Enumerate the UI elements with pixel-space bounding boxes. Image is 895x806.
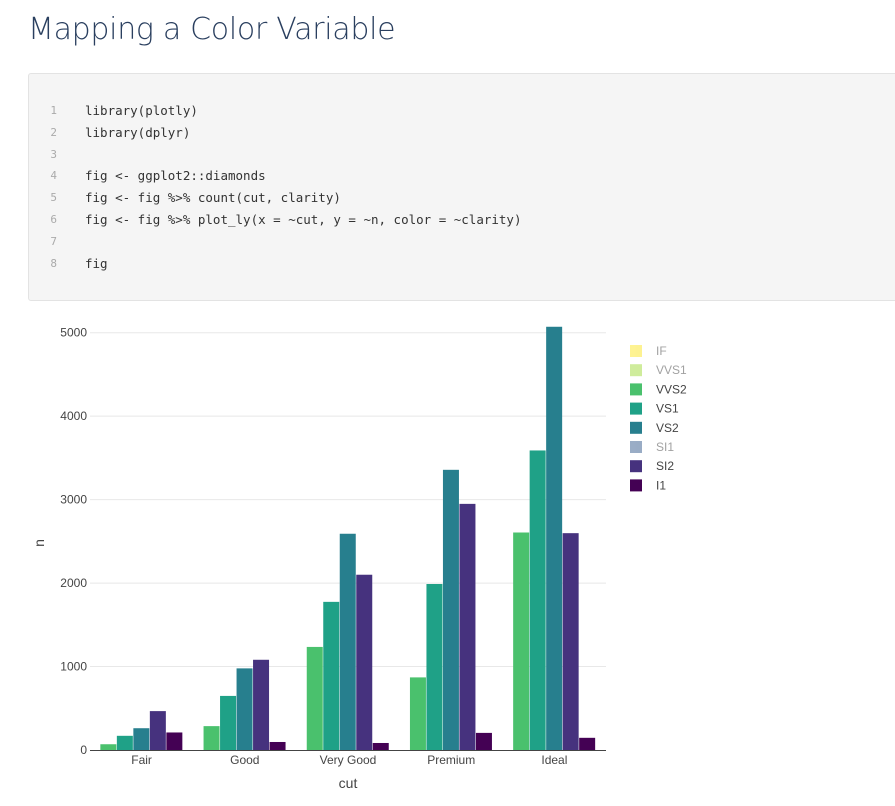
legend-label: VS1 — [656, 402, 679, 416]
code-text: library(plotly) — [85, 103, 198, 118]
bar-vs2-very-good — [339, 533, 356, 750]
y-tick-label: 5000 — [60, 326, 87, 340]
line-number: 8 — [50, 256, 57, 270]
code-text: fig <- ggplot2::diamonds — [85, 168, 266, 184]
legend-item-i1[interactable]: I1 — [630, 478, 666, 492]
legend-label: SI2 — [656, 459, 674, 473]
y-tick-label: 3000 — [60, 493, 87, 507]
code-line: 7 — [29, 232, 895, 252]
bar-vs1-fair — [116, 735, 133, 750]
bar-vvs2-ideal — [513, 532, 530, 750]
legend-swatch — [630, 460, 642, 473]
bar-vvs2-good — [203, 726, 220, 750]
y-tick-label: 4000 — [60, 409, 87, 423]
y-tick-label: 1000 — [60, 660, 87, 674]
bar-vs1-premium — [426, 583, 443, 750]
bars — [100, 326, 596, 750]
page-title: Mapping a Color Variable — [28, 12, 396, 47]
legend-item-si1[interactable]: SI1 — [630, 440, 674, 454]
legend-label: I1 — [656, 478, 666, 492]
bar-i1-fair — [166, 732, 183, 750]
line-number: 3 — [50, 147, 57, 161]
bar-si2-very-good — [356, 574, 373, 750]
code-text: fig — [85, 255, 108, 271]
bar-i1-ideal — [579, 737, 596, 750]
legend-swatch — [630, 479, 642, 492]
x-tick-label: Fair — [131, 753, 152, 767]
x-tick-label: Premium — [427, 753, 475, 767]
legend-item-vvs2[interactable]: VVS2 — [630, 382, 687, 396]
bar-si2-good — [253, 659, 270, 750]
bar-vs1-very-good — [323, 601, 340, 750]
code-text: library(dplyr) — [85, 124, 191, 140]
legend-label: VS2 — [656, 421, 679, 435]
legend-swatch — [630, 421, 642, 434]
legend-item-vs2[interactable]: VS2 — [630, 421, 679, 435]
legend-item-vs1[interactable]: VS1 — [630, 402, 679, 416]
bar-vvs2-very-good — [306, 646, 323, 750]
bar-vvs2-premium — [409, 677, 426, 750]
x-tick-label: Very Good — [320, 753, 377, 767]
legend-label: SI1 — [656, 440, 674, 454]
y-tick-labels: 0 1000 2000 3000 4000 5000 — [60, 326, 87, 757]
x-tick-label: Ideal — [541, 753, 567, 767]
bar-vvs2-fair — [100, 744, 117, 750]
legend[interactable]: IF VVS1 VVS2 VS1 VS2 SI1 SI2 I1 — [630, 344, 687, 492]
line-number: 4 — [50, 169, 57, 183]
legend-label: VVS2 — [656, 382, 687, 396]
y-tick-label: 2000 — [60, 576, 87, 590]
bar-si2-premium — [459, 503, 476, 750]
bar-vs1-good — [220, 695, 237, 750]
y-tick-label: 0 — [80, 743, 87, 757]
line-number: 7 — [50, 234, 57, 248]
legend-swatch — [630, 441, 642, 453]
bar-i1-very-good — [372, 742, 389, 750]
code-line: 3 — [29, 145, 895, 165]
code-line: 8 fig — [29, 254, 895, 274]
y-axis-title: n — [31, 539, 47, 547]
legend-swatch — [630, 345, 642, 357]
bar-vs2-good — [236, 668, 253, 750]
x-tick-label: Good — [230, 753, 259, 767]
bar-vs1-ideal — [529, 450, 546, 750]
code-line: 1 library(plotly) — [29, 101, 895, 121]
legend-label: IF — [656, 344, 667, 358]
line-number: 5 — [50, 191, 57, 205]
legend-swatch — [630, 364, 642, 377]
legend-item-vvs1[interactable]: VVS1 — [630, 363, 687, 377]
code-text: fig <- fig %>% count(cut, clarity) — [85, 190, 341, 206]
line-number: 1 — [50, 104, 57, 117]
code-line: 4 fig <- ggplot2::diamonds — [29, 166, 895, 186]
bar-i1-premium — [475, 732, 492, 750]
code-text: fig <- fig %>% plot_ly(x = ~cut, y = ~n,… — [85, 212, 522, 227]
bar-si2-fair — [149, 711, 166, 750]
bar-si2-ideal — [562, 533, 579, 750]
code-line: 5 fig <- fig %>% count(cut, clarity) — [29, 188, 895, 208]
bar-vs2-ideal — [546, 326, 563, 750]
bar-chart: 0 1000 2000 3000 4000 5000 Fair Good Very Good P… — [31, 326, 687, 791]
bar-vs2-fair — [133, 728, 150, 750]
code-line: 6 fig <- fig %>% plot_ly(x = ~cut, y = ~n… — [29, 210, 895, 230]
legend-swatch — [630, 402, 642, 415]
legend-swatch — [630, 383, 642, 396]
bar-vs2-premium — [442, 469, 459, 750]
legend-item-si2[interactable]: SI2 — [630, 459, 674, 473]
x-axis-title: cut — [339, 775, 358, 791]
line-number: 2 — [50, 125, 57, 139]
code-line: 2 library(dplyr) — [29, 123, 895, 143]
legend-label: VVS1 — [656, 363, 687, 377]
x-tick-labels: Fair Good Very Good Premium Ideal — [131, 753, 567, 767]
line-number: 6 — [50, 213, 57, 226]
bar-i1-good — [269, 741, 286, 750]
legend-item-if[interactable]: IF — [630, 344, 667, 358]
code-block: 1 library(plotly) 2 library(dplyr) 3 4 fig <- … — [28, 73, 895, 301]
